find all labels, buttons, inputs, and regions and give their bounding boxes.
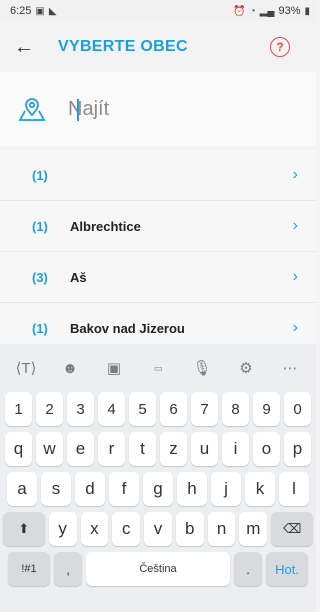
keyboard-row-bottom: !#1 , Čeština . Hot. [0, 552, 316, 586]
key[interactable]: 6 [160, 392, 187, 426]
key[interactable]: a [7, 472, 37, 506]
gif-icon[interactable]: ▭ [140, 363, 176, 374]
key[interactable]: i [222, 432, 249, 466]
wifi-icon: ◔ [249, 5, 256, 17]
key[interactable]: r [98, 432, 125, 466]
symbols-key[interactable]: !#1 [8, 552, 50, 586]
key[interactable]: 3 [67, 392, 94, 426]
key[interactable]: g [143, 472, 173, 506]
page-title: VYBERTE OBEC [58, 38, 188, 55]
keyboard-row-1: q w e r t z u i o p [0, 432, 316, 466]
keyboard-row-3: ⬆ y x c v b n m ⌫ [0, 512, 316, 546]
translate-icon[interactable]: ⟨T⟩ [8, 359, 44, 377]
help-button[interactable]: ? [270, 37, 290, 57]
key[interactable]: 1 [5, 392, 32, 426]
arrow-left-icon: ← [14, 35, 34, 58]
chevron-right-icon: › [292, 217, 298, 234]
key[interactable]: u [191, 432, 218, 466]
done-key[interactable]: Hot. [266, 552, 308, 586]
key[interactable]: b [175, 512, 204, 546]
app-bar: ← VYBERTE OBEC ? [0, 22, 316, 72]
item-count: (1) [32, 167, 48, 183]
chevron-right-icon: › [292, 166, 298, 183]
key[interactable]: p [284, 432, 311, 466]
status-time: 6:25 [10, 5, 32, 17]
keyboard-toolbar: ⟨T⟩ ☻ ▣ ▭ 🎙 ⚙ ⋯ [0, 344, 316, 392]
key[interactable]: k [245, 472, 275, 506]
key[interactable]: 5 [129, 392, 156, 426]
back-button[interactable]: ← [0, 22, 48, 72]
emoji-icon[interactable]: ☻ [52, 360, 88, 377]
list-item[interactable]: (1) › [0, 150, 316, 201]
key[interactable]: 7 [191, 392, 218, 426]
key[interactable]: l [279, 472, 309, 506]
item-label: Albrechtice [70, 218, 141, 234]
shift-icon: ⬆ [18, 521, 30, 536]
key[interactable]: d [75, 472, 105, 506]
item-count: (3) [32, 269, 48, 285]
key[interactable]: s [41, 472, 71, 506]
microphone-icon[interactable]: 🎙 [184, 359, 220, 377]
key[interactable]: 0 [284, 392, 311, 426]
text-cursor [77, 99, 79, 121]
more-icon[interactable]: ⋯ [272, 359, 308, 377]
key[interactable]: 8 [222, 392, 249, 426]
key[interactable]: m [239, 512, 268, 546]
list-item[interactable]: (1) Albrechtice › [0, 201, 316, 252]
search-input[interactable] [68, 97, 268, 121]
key[interactable]: 9 [253, 392, 280, 426]
alarm-icon: ⏰ [233, 5, 246, 17]
shift-key[interactable]: ⬆ [3, 512, 45, 546]
key[interactable]: h [177, 472, 207, 506]
gear-icon[interactable]: ⚙ [228, 359, 264, 377]
on-screen-keyboard: ⟨T⟩ ☻ ▣ ▭ 🎙 ⚙ ⋯ 1 2 3 4 5 6 7 8 9 0 q w … [0, 344, 316, 612]
keyboard-row-2: a s d f g h j k l [0, 472, 316, 506]
item-label: Bakov nad Jizerou [70, 320, 185, 336]
gallery-notification-icon: ▣ [35, 5, 45, 17]
key[interactable]: t [129, 432, 156, 466]
backspace-icon: ⌫ [282, 521, 302, 536]
key[interactable]: z [160, 432, 187, 466]
period-key[interactable]: . [234, 552, 262, 586]
space-key[interactable]: Čeština [86, 552, 230, 586]
battery-percent: 93% [278, 5, 301, 17]
key[interactable]: o [253, 432, 280, 466]
key[interactable]: e [67, 432, 94, 466]
status-bar: 6:25 ▣ ◣ ⏰ ◔ ▂▄ 93% ▮ [0, 0, 316, 22]
item-count: (1) [32, 218, 48, 234]
key[interactable]: y [48, 512, 77, 546]
chevron-right-icon: › [292, 268, 298, 285]
map-location-icon [18, 96, 68, 122]
municipality-list: (1) › (1) Albrechtice › (3) Aš › (1) Bak… [0, 150, 316, 354]
key[interactable]: j [211, 472, 241, 506]
comma-key[interactable]: , [54, 552, 82, 586]
key[interactable]: v [144, 512, 172, 546]
backspace-key[interactable]: ⌫ [271, 512, 313, 546]
broadcast-notification-icon: ◣ [48, 5, 57, 17]
sticker-icon[interactable]: ▣ [96, 359, 132, 377]
key[interactable]: q [5, 432, 32, 466]
chevron-right-icon: › [292, 319, 298, 336]
key[interactable]: c [112, 512, 141, 546]
key[interactable]: 2 [36, 392, 63, 426]
key[interactable]: 4 [98, 392, 125, 426]
keyboard-row-numbers: 1 2 3 4 5 6 7 8 9 0 [0, 392, 316, 426]
key[interactable]: n [207, 512, 236, 546]
battery-icon: ▮ [304, 5, 310, 17]
key[interactable]: f [109, 472, 139, 506]
key[interactable]: w [36, 432, 63, 466]
item-label: Aš [70, 269, 87, 285]
search-bar [0, 72, 316, 146]
key[interactable]: x [80, 512, 109, 546]
signal-icon: ▂▄ [259, 5, 275, 17]
item-count: (1) [32, 320, 48, 336]
list-item[interactable]: (3) Aš › [0, 252, 316, 303]
